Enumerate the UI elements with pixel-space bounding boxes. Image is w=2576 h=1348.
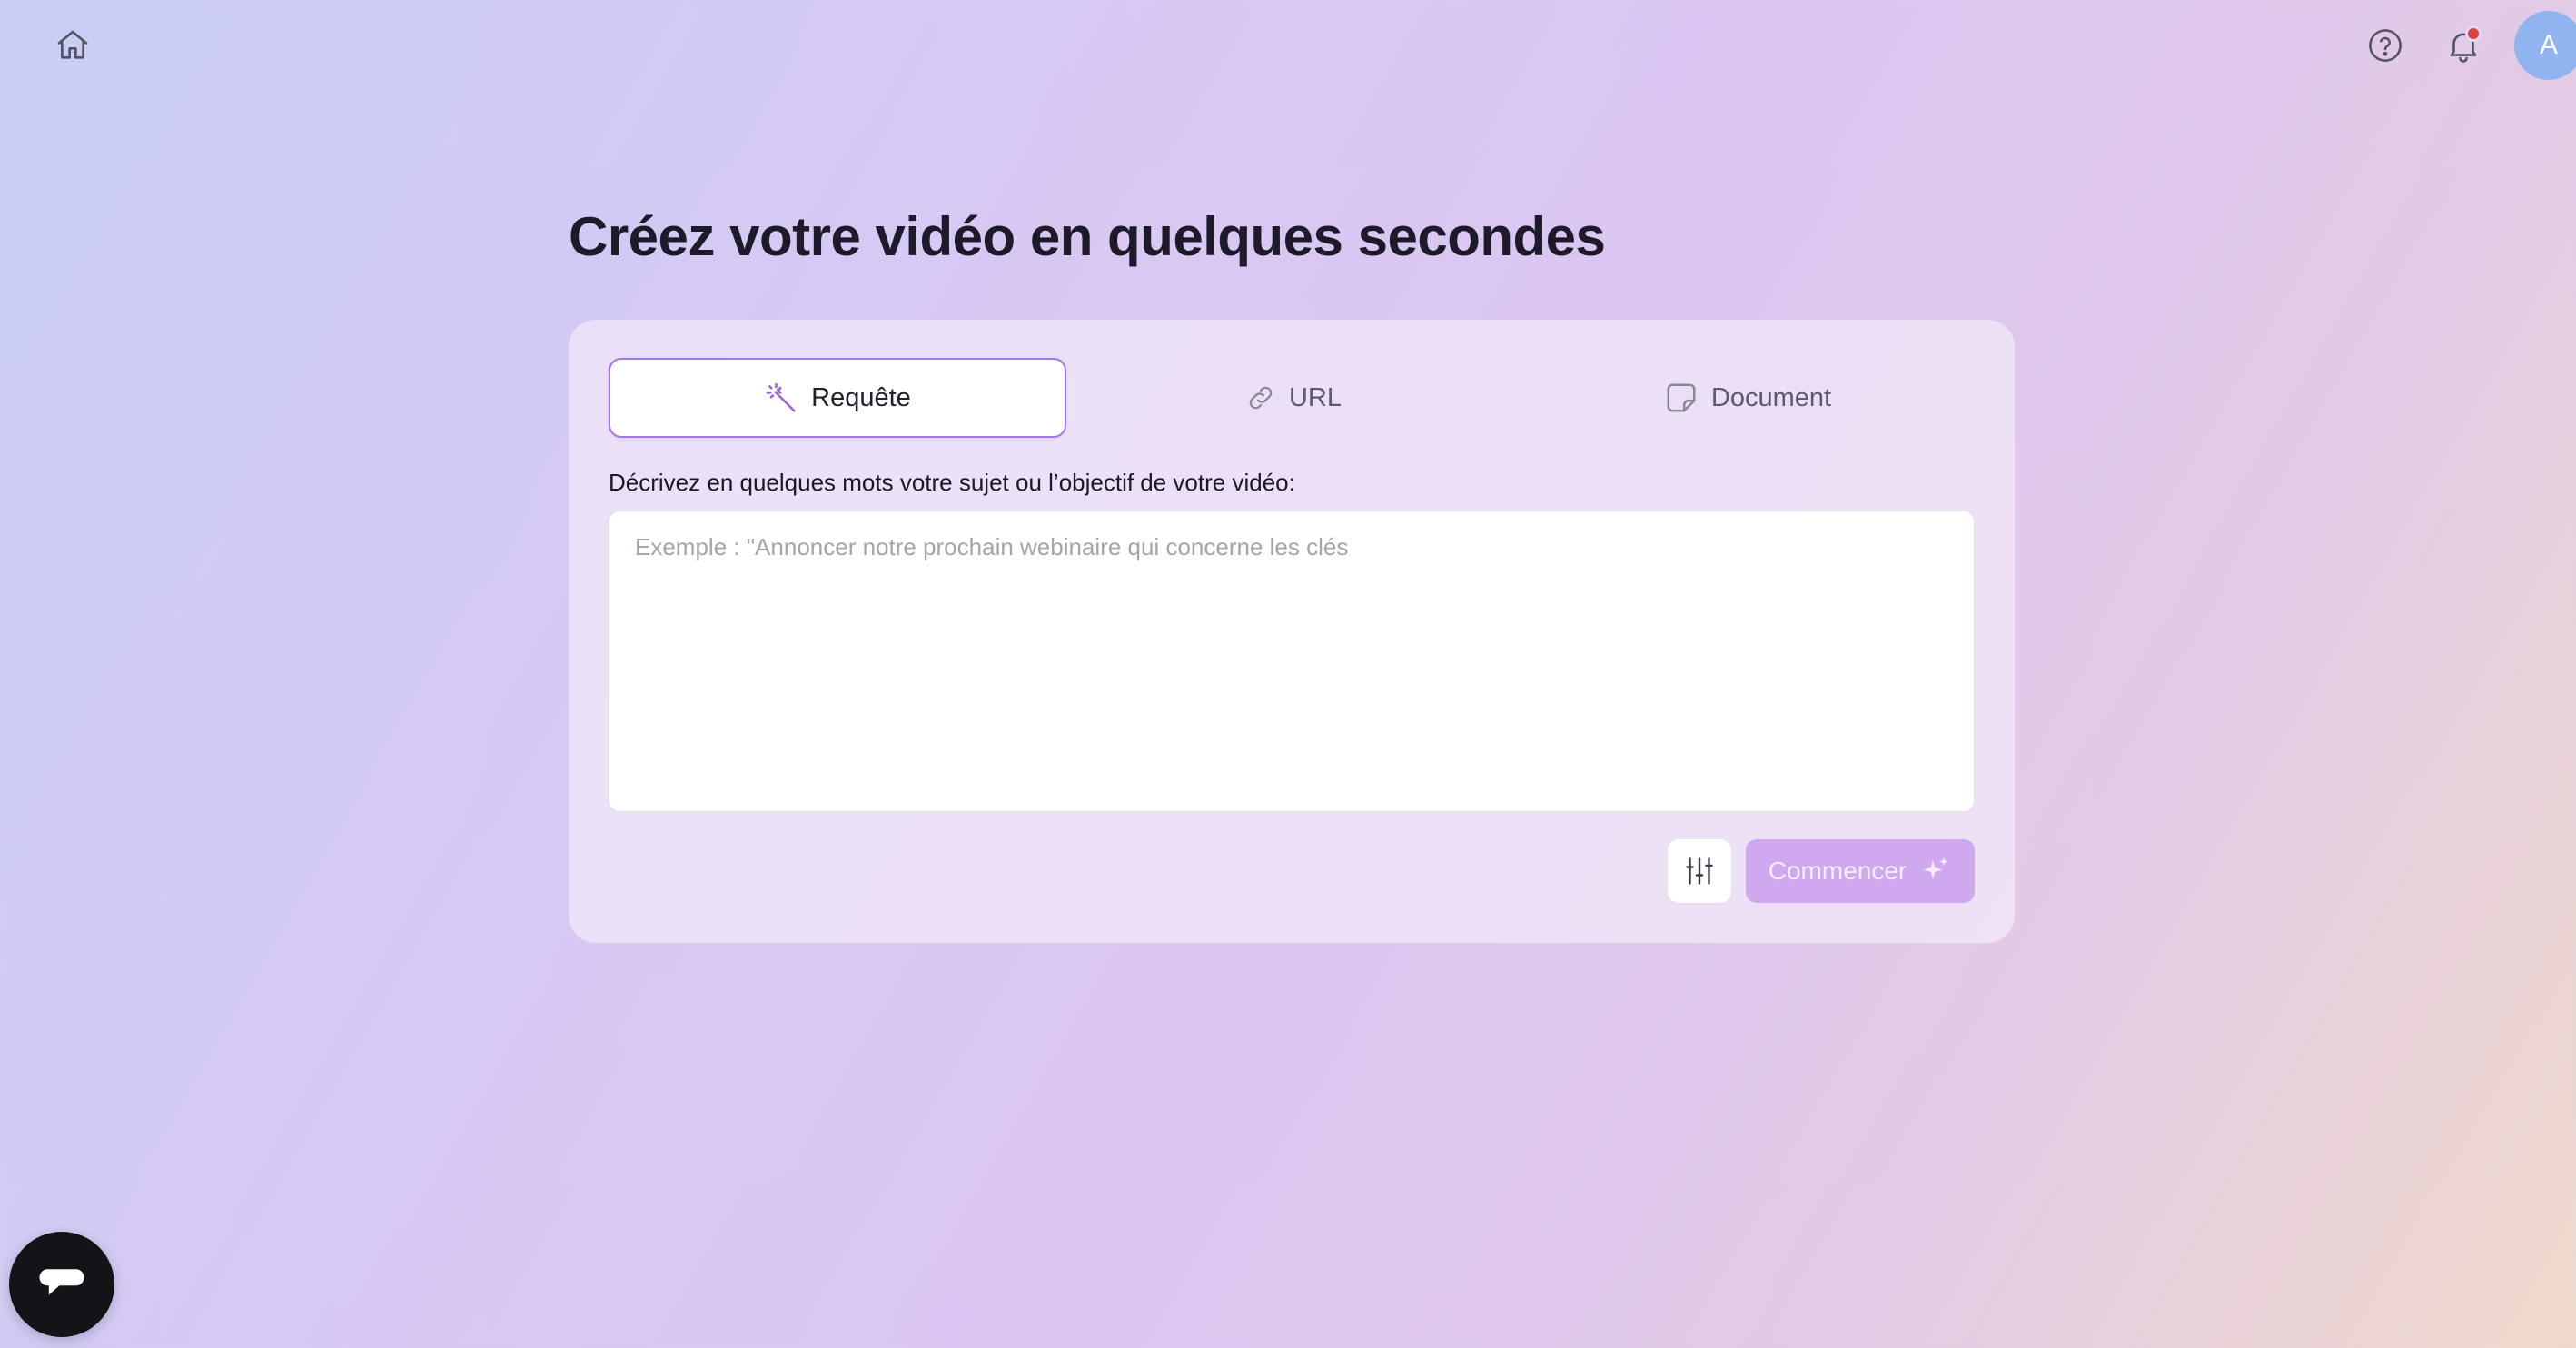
sliders-icon: [1686, 857, 1713, 885]
home-icon: [57, 30, 88, 59]
source-tabs: Requête URL Document: [609, 358, 1975, 438]
magic-wand-icon: [766, 382, 796, 412]
chat-launcher-button[interactable]: [9, 1232, 114, 1337]
tab-url-label: URL: [1288, 382, 1342, 412]
chat-bubble-icon: [39, 1269, 84, 1295]
link-icon: [1249, 386, 1273, 410]
page-title: Créez votre vidéo en quelques secondes: [569, 206, 1606, 267]
help-button[interactable]: [2360, 20, 2411, 71]
notification-badge: [2465, 25, 2482, 42]
header-actions: A: [2360, 0, 2576, 91]
prompt-label: Décrivez en quelques mots votre sujet ou…: [609, 469, 1295, 496]
document-icon: [1667, 383, 1696, 412]
prompt-input[interactable]: [609, 510, 1975, 812]
tab-document[interactable]: Document: [1521, 358, 1975, 438]
start-button[interactable]: Commencer: [1746, 839, 1975, 903]
tab-url[interactable]: URL: [1066, 358, 1521, 438]
home-button[interactable]: [47, 20, 98, 71]
notifications-button[interactable]: [2438, 20, 2489, 71]
settings-button[interactable]: [1668, 839, 1731, 903]
tab-document-label: Document: [1710, 382, 1832, 412]
tab-requete-label: Requête: [811, 382, 911, 412]
create-video-card: Requête URL Document Décrivez en quelque…: [569, 320, 2015, 943]
help-circle-icon: [2369, 29, 2402, 62]
avatar[interactable]: A: [2514, 11, 2576, 80]
tab-requete[interactable]: Requête: [609, 358, 1066, 438]
start-button-label: Commencer: [1768, 857, 1907, 885]
sparkles-icon: [1923, 857, 1948, 879]
